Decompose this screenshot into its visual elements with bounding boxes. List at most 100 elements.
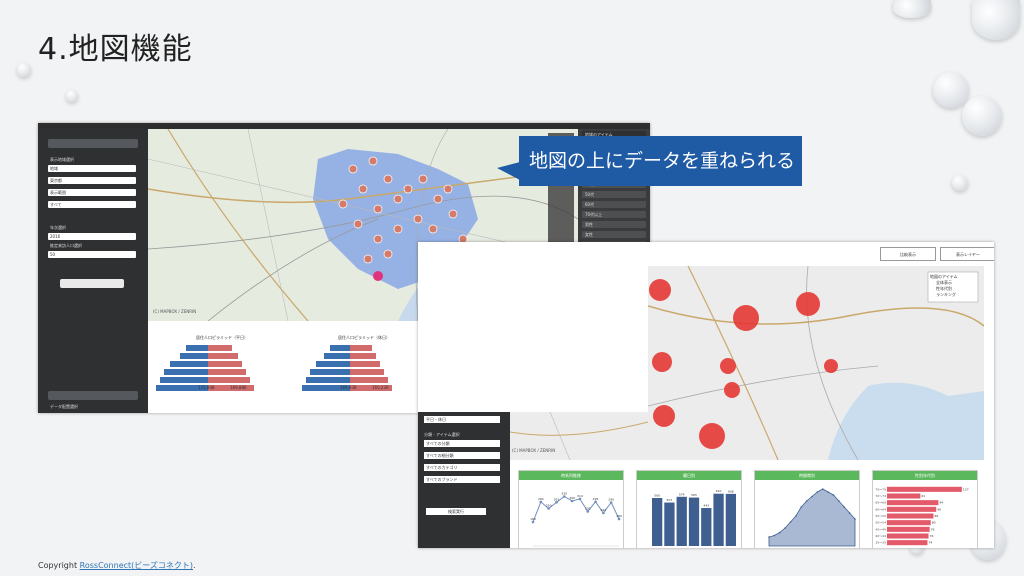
pyramid-total: 169,886	[230, 385, 247, 390]
tick-label: 70〜74	[875, 494, 886, 498]
chart-header: 時間帯別	[755, 471, 859, 480]
data-label: 314	[577, 494, 583, 498]
keyword-select[interactable]: すべてのカテゴリ	[424, 464, 500, 471]
sidebar-footer-button[interactable]	[48, 391, 138, 400]
charts-panel: 時系列推移 160 294 250 291 330 300 314 230 295 220 290 1…	[510, 460, 994, 548]
run-button[interactable]	[60, 279, 124, 288]
data-label: 74	[928, 541, 932, 545]
sidebar-label: 表示地域選択	[50, 157, 74, 162]
data-label: 78	[931, 527, 935, 531]
water-drop-decoration	[962, 96, 1002, 136]
layer-item[interactable]: 60代	[582, 201, 646, 208]
bar	[887, 506, 937, 512]
bar-chart: 560月507火574水565木443金610土608日	[652, 489, 736, 546]
bar	[887, 500, 939, 506]
category-select[interactable]: すべての分類	[424, 440, 500, 447]
data-point	[854, 518, 856, 520]
layer-item[interactable]: 男性	[582, 221, 646, 228]
sidebar-footer-label: データ配置選択	[50, 404, 78, 409]
data-label: 137	[963, 487, 969, 491]
chart-panel: 曜日別 560月507火574水565木443金610土608日	[636, 470, 742, 548]
map-canvas	[648, 266, 984, 460]
filter-label: 分類 - アイテム選択	[424, 432, 460, 437]
tick-label: 65〜69	[875, 501, 886, 505]
data-label: 220	[600, 508, 606, 512]
data-label: 94	[939, 501, 943, 505]
data-point	[609, 501, 613, 504]
filter-panel: 平日・休日 分類 - アイテム選択 すべての分類 すべての細分類 すべてのカテゴ…	[418, 412, 510, 548]
line-chart: 160 294250291330300314 230 295 220 290 180	[530, 492, 622, 547]
data-point	[602, 511, 605, 515]
data-label: 330	[561, 492, 567, 496]
data-label: 295	[593, 497, 599, 501]
bar	[887, 540, 928, 546]
horizontal-bar-chart: 137 75〜79 61 70〜74 94 65〜69 90 60〜64 85 55〜59 80 50…	[875, 486, 969, 546]
copyright: Copyright RossConnect(ビーズコネクト).	[38, 560, 196, 571]
data-label: 610	[716, 489, 722, 493]
chart-header: 時系列推移	[519, 471, 623, 480]
data-point	[811, 495, 813, 498]
area-select[interactable]: 地域	[48, 165, 136, 172]
compare-button[interactable]: 比較表示	[880, 247, 936, 261]
search-button[interactable]: 検索実行	[426, 508, 486, 515]
layer-item[interactable]: 女性	[582, 231, 646, 238]
water-drop-decoration	[66, 90, 78, 102]
year-select[interactable]: 2016	[48, 233, 136, 240]
data-label: 574	[679, 492, 685, 496]
tick-label: 55〜59	[875, 514, 886, 518]
data-label: 507	[667, 498, 673, 502]
data-point	[821, 488, 824, 490]
bar	[887, 533, 929, 539]
copyright-link[interactable]: RossConnect(ビーズコネクト)	[80, 561, 193, 570]
tick-label: 40〜44	[875, 534, 886, 538]
prefecture-select[interactable]: 東京都	[48, 177, 136, 184]
data-point	[800, 506, 803, 508]
data-label: 560	[654, 494, 660, 498]
tick-label: 35〜39	[875, 541, 886, 545]
pyramid-total: 169,938	[340, 385, 357, 390]
range-select[interactable]: 表示範囲	[48, 189, 136, 196]
bar	[887, 520, 931, 526]
page-title: 4.地図機能	[38, 32, 193, 67]
chart-panel: 性別年代別 137 75〜79 61 70〜74 94 65〜69 90 60〜64 85 55〜…	[872, 470, 978, 548]
data-point	[555, 501, 558, 504]
sidebar-label: 年次選択	[50, 225, 66, 230]
water-drop-decoration	[972, 0, 1020, 40]
map-view-2-lower[interactable]: (C) MAPBOX / ZENRIN	[510, 412, 648, 460]
tick-label: 75〜79	[875, 487, 886, 491]
data-label: 160	[530, 517, 536, 521]
bar	[887, 493, 921, 499]
data-point	[594, 500, 597, 504]
layer-button[interactable]: 表示レイヤー	[940, 247, 994, 261]
water-drop-decoration	[933, 72, 969, 108]
value-select[interactable]: 50	[48, 251, 136, 258]
bar	[887, 526, 930, 532]
layer-item[interactable]: 50代	[582, 191, 646, 198]
data-label: 61	[921, 494, 925, 498]
data-label: 443	[703, 504, 709, 508]
day-select[interactable]: 平日・休日	[424, 416, 500, 423]
map-view-2[interactable]: 地図のアイテム 全体表示 性年代別 ランキング	[648, 266, 984, 460]
water-drop-decoration	[893, 0, 931, 18]
subcategory-select[interactable]: すべての細分類	[424, 452, 500, 459]
data-point	[838, 500, 840, 502]
brand-select[interactable]: すべてのブランド	[424, 476, 500, 483]
data-point	[805, 500, 808, 502]
map-attribution: (C) MAPBOX / ZENRIN	[153, 309, 197, 314]
sidebar-label: 推定来訪人口選択	[50, 243, 82, 248]
data-point	[832, 494, 835, 496]
data-label: 76	[930, 534, 934, 538]
map-panel-item[interactable]: ランキング	[936, 292, 956, 298]
copyright-suffix: .	[193, 561, 196, 570]
pyramid-total: 172,848	[198, 385, 215, 390]
data-label: 294	[538, 497, 544, 501]
data-point	[848, 512, 851, 514]
type-select[interactable]: すべて	[48, 201, 136, 208]
data-label: 80	[932, 521, 936, 525]
area-chart	[768, 488, 856, 547]
layer-item[interactable]: 70代以上	[582, 211, 646, 218]
bar	[713, 493, 724, 546]
bar	[688, 497, 700, 546]
data-point	[578, 497, 582, 501]
sidebar-panel: 表示地域選択 地域 東京都 表示範囲 すべて 年次選択 2016 推定来訪人口選…	[38, 129, 148, 413]
